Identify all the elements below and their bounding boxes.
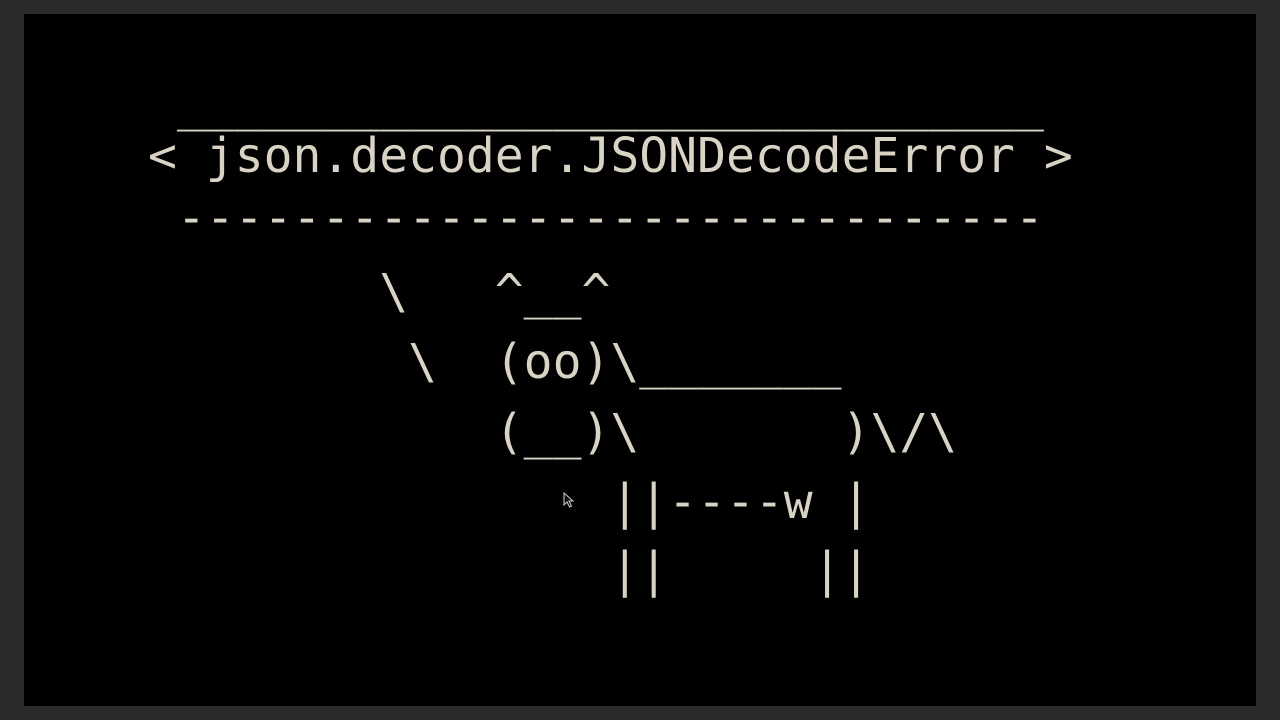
cow-ascii-line-4: ||----w |: [148, 474, 871, 530]
cow-ascii-line-2: \ (oo)\_______: [148, 334, 842, 390]
cow-ascii-line-5: || ||: [148, 542, 871, 598]
screen-frame: ______________________________ < json.de…: [0, 0, 1280, 720]
speech-bubble-top: ______________________________: [148, 76, 1044, 132]
speech-bubble-text: < json.decoder.JSONDecodeError >: [148, 128, 1073, 184]
terminal-window[interactable]: ______________________________ < json.de…: [24, 14, 1256, 706]
speech-bubble-bottom: ------------------------------: [148, 190, 1044, 246]
mouse-pointer-icon: [563, 492, 575, 508]
cow-ascii-line-3: (__)\ )\/\: [148, 404, 958, 460]
cow-ascii-line-1: \ ^__^: [148, 264, 611, 320]
